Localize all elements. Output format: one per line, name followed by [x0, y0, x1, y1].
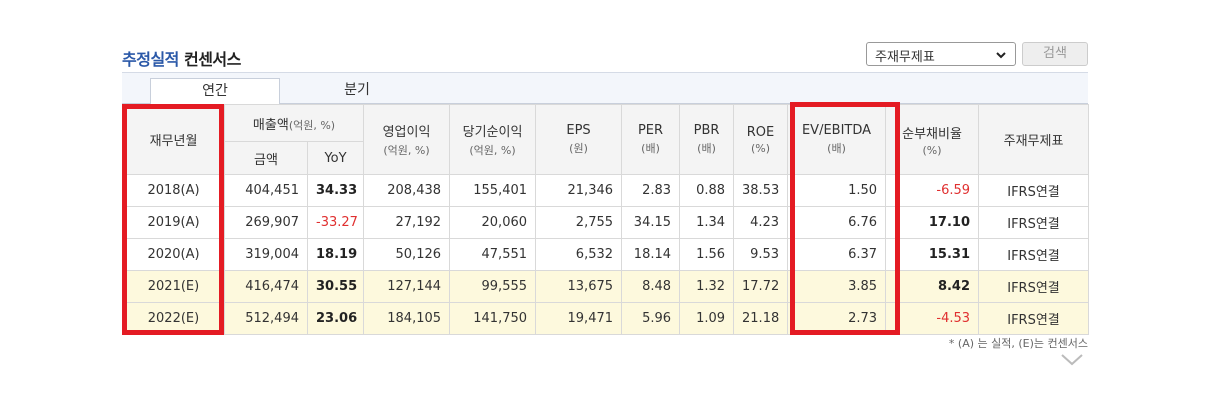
header-amount: 금액 [224, 141, 308, 175]
cell-eps: 2,755 [535, 206, 623, 239]
cell-eps: 6,532 [535, 238, 623, 271]
table-row: 2021(E) 416,474 30.55 127,144 99,555 13,675 8.… [122, 270, 1090, 303]
cell-net-income: 155,401 [449, 174, 537, 207]
table-row: 2019(A) 269,907 -33.27 27,192 20,060 2,755 34.… [122, 206, 1090, 239]
cell-amount: 269,907 [224, 206, 308, 239]
cell-statement: IFRS연결 [978, 238, 1090, 271]
header-per: PER (배) [621, 104, 681, 175]
header-yoy: YoY [306, 141, 365, 175]
cell-net-income: 99,555 [449, 270, 537, 303]
header-statement: 주재무제표 [978, 104, 1090, 175]
header-roe: ROE (%) [733, 104, 789, 175]
footnote: * (A) 는 실적, (E)는 컨센서스 [948, 337, 1088, 350]
header-sales: 매출액(억원, %) [223, 104, 365, 142]
cell-amount: 416,474 [224, 270, 308, 303]
cell-net-income: 20,060 [449, 206, 537, 239]
cell-pbr: 1.09 [679, 302, 735, 335]
cell-amount: 319,004 [224, 238, 308, 271]
cell-roe: 17.72 [733, 270, 789, 303]
header-operating-profit: 영업이익 (억원, %) [363, 104, 451, 175]
cell-net-income: 141,750 [449, 302, 537, 335]
statement-select-value: 주재무제표 [875, 50, 935, 65]
header-eps: EPS (원) [535, 104, 623, 175]
cell-eps: 21,346 [535, 174, 623, 207]
cell-per: 34.15 [621, 206, 681, 239]
cell-pbr: 1.34 [679, 206, 735, 239]
cell-yoy: 23.06 [306, 302, 365, 335]
cell-statement: IFRS연결 [978, 174, 1090, 207]
cell-statement: IFRS연결 [978, 270, 1090, 303]
cell-yoy: 18.19 [306, 238, 365, 271]
highlight-period-column [122, 104, 224, 335]
table-row: 2022(E) 512,494 23.06 184,105 141,750 19,471 5… [122, 302, 1090, 335]
cell-operating-profit: 127,144 [363, 270, 451, 303]
page-title: 추정실적 컨센서스 [122, 46, 241, 70]
cell-roe: 4.23 [733, 206, 789, 239]
cell-statement: IFRS연결 [978, 206, 1090, 239]
cell-eps: 13,675 [535, 270, 623, 303]
table-row: 2020(A) 319,004 18.19 50,126 47,551 6,532 18.1… [122, 238, 1090, 271]
chevron-down-icon [995, 45, 1007, 65]
cell-yoy: -33.27 [306, 206, 365, 239]
period-tabs: 연간 분기 [122, 72, 1088, 105]
cell-yoy: 30.55 [306, 270, 365, 303]
cell-operating-profit: 27,192 [363, 206, 451, 239]
title-accent: 추정실적 [122, 50, 179, 69]
cell-pbr: 1.32 [679, 270, 735, 303]
tab-quarterly[interactable]: 분기 [332, 78, 382, 105]
cell-per: 18.14 [621, 238, 681, 271]
highlight-ev-ebitda-column [790, 102, 900, 335]
cell-pbr: 0.88 [679, 174, 735, 207]
chevron-down-icon[interactable] [1060, 352, 1084, 366]
cell-eps: 19,471 [535, 302, 623, 335]
statement-select[interactable]: 주재무제표 [866, 42, 1016, 66]
header-net-income: 당기순이익 (억원, %) [449, 104, 537, 175]
header-pbr: PBR (배) [679, 104, 735, 175]
cell-yoy: 34.33 [306, 174, 365, 207]
cell-net-income: 47,551 [449, 238, 537, 271]
cell-per: 8.48 [621, 270, 681, 303]
cell-operating-profit: 184,105 [363, 302, 451, 335]
cell-roe: 38.53 [733, 174, 789, 207]
cell-operating-profit: 50,126 [363, 238, 451, 271]
cell-pbr: 1.56 [679, 238, 735, 271]
cell-amount: 404,451 [224, 174, 308, 207]
cell-per: 2.83 [621, 174, 681, 207]
cell-operating-profit: 208,438 [363, 174, 451, 207]
tab-annual[interactable]: 연간 [150, 78, 280, 105]
cell-roe: 9.53 [733, 238, 789, 271]
title-rest: 컨센서스 [183, 50, 241, 69]
search-button[interactable]: 검색 [1022, 42, 1088, 66]
cell-per: 5.96 [621, 302, 681, 335]
table-row: 2018(A) 404,451 34.33 208,438 155,401 21,346 2… [122, 174, 1090, 207]
cell-roe: 21.18 [733, 302, 789, 335]
cell-amount: 512,494 [224, 302, 308, 335]
consensus-table: 재무년월 매출액(억원, %) 영업이익 (억원, %) 당기순이익 (억원, %)… [122, 104, 1090, 335]
cell-statement: IFRS연결 [978, 302, 1090, 335]
